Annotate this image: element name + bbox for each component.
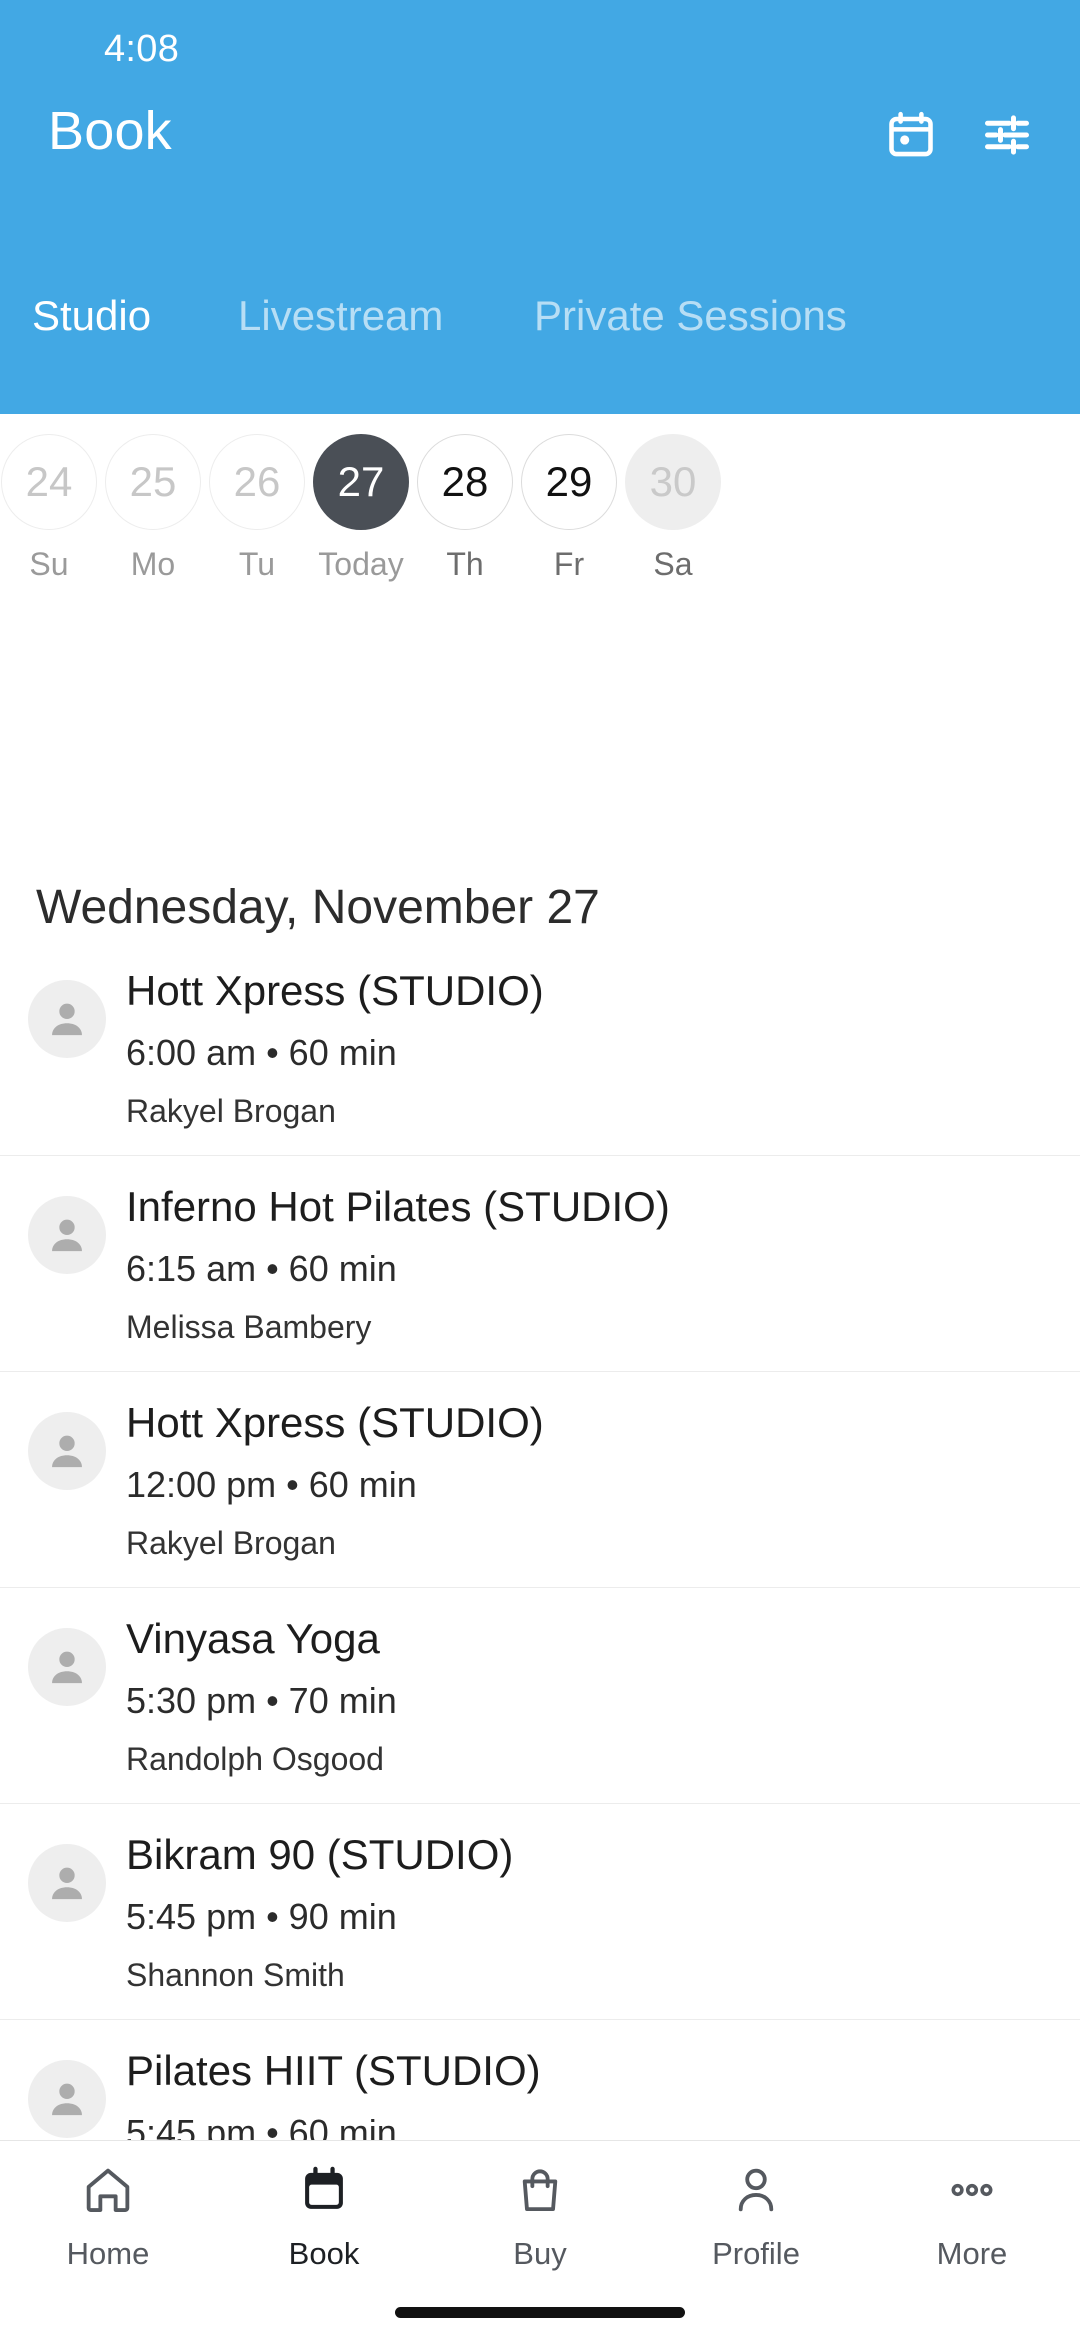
date-weekday-label: Fr [553, 546, 585, 582]
home-indicator [395, 2307, 685, 2318]
instructor-avatar [28, 2060, 106, 2138]
class-list-item[interactable]: Inferno Hot Pilates (STUDIO) 6:15 am • 60… [0, 1156, 1080, 1372]
app-root: 4:08 Book Studio Livestream Private Sess… [0, 0, 1080, 2340]
nav-item-book[interactable]: Book [216, 2163, 432, 2272]
date-weekday-label: Su [29, 546, 69, 582]
class-time-duration: 5:45 pm • 90 min [126, 1896, 397, 1937]
instructor-avatar [28, 1196, 106, 1274]
nav-item-label: Buy [513, 2236, 567, 2271]
tab-livestream[interactable]: Livestream [238, 290, 443, 342]
page-title: Book [48, 101, 172, 161]
class-info: Hott Xpress (STUDIO) 6:00 am • 60 min Raky… [126, 962, 1056, 1134]
class-title: Pilates HIIT (STUDIO) [126, 2047, 541, 2094]
nav-item-label: Home [66, 2236, 150, 2271]
class-title: Hott Xpress (STUDIO) [126, 1399, 544, 1446]
class-list-item[interactable]: Hott Xpress (STUDIO) 12:00 pm • 60 min Rak… [0, 1372, 1080, 1588]
class-title: Vinyasa Yoga [126, 1615, 380, 1662]
date-cell-30[interactable]: 30 Sa [597, 434, 749, 583]
instructor-avatar [28, 1628, 106, 1706]
nav-item-label: Profile [712, 2236, 800, 2271]
date-weekday-label: Mo [130, 546, 176, 582]
app-bar: Book [0, 92, 1080, 202]
class-time-duration: 5:30 pm • 70 min [126, 1680, 397, 1721]
status-bar-time: 4:08 [104, 28, 180, 70]
class-instructor: Rakyel Brogan [126, 1093, 336, 1129]
class-info: Vinyasa Yoga 5:30 pm • 70 min Randolph Osg… [126, 1610, 1056, 1782]
section-tabs: Studio Livestream Private Sessions [0, 290, 1080, 380]
nav-item-buy[interactable]: Buy [432, 2163, 648, 2272]
home-icon [81, 2163, 135, 2222]
nav-item-more[interactable]: More [864, 2163, 1080, 2272]
tab-private-sessions[interactable]: Private Sessions [534, 290, 847, 342]
selected-date-heading: Wednesday, November 27 [36, 881, 600, 934]
nav-item-home[interactable]: Home [0, 2163, 216, 2272]
nav-item-label: More [936, 2236, 1008, 2271]
date-weekday-label: Tu [238, 546, 276, 582]
class-instructor: Rakyel Brogan [126, 1525, 336, 1561]
class-list-item[interactable]: Vinyasa Yoga 5:30 pm • 70 min Randolph Osg… [0, 1588, 1080, 1804]
instructor-avatar [28, 1412, 106, 1490]
date-number: 30 [625, 434, 721, 530]
class-list-item[interactable]: Hott Xpress (STUDIO) 6:00 am • 60 min Raky… [0, 940, 1080, 1156]
app-header: 4:08 Book Studio Livestream Private Sess… [0, 0, 1080, 414]
class-instructor: Melissa Bambery [126, 1309, 372, 1345]
class-list: Hott Xpress (STUDIO) 6:00 am • 60 min Raky… [0, 940, 1080, 2340]
class-instructor: Randolph Osgood [126, 1741, 384, 1777]
instructor-avatar [28, 980, 106, 1058]
class-title: Bikram 90 (STUDIO) [126, 1831, 514, 1878]
bag-icon [513, 2163, 567, 2222]
class-info: Hott Xpress (STUDIO) 12:00 pm • 60 min Rak… [126, 1394, 1056, 1566]
nav-item-label: Book [288, 2236, 360, 2271]
person-icon [729, 2163, 783, 2222]
nav-item-profile[interactable]: Profile [648, 2163, 864, 2272]
class-time-duration: 6:00 am • 60 min [126, 1032, 397, 1073]
status-bar: 4:08 [0, 0, 1080, 88]
app-bar-actions [882, 106, 1036, 164]
class-title: Inferno Hot Pilates (STUDIO) [126, 1183, 670, 1230]
calendar-icon[interactable] [882, 106, 940, 164]
ellipsis-icon [945, 2163, 999, 2222]
class-info: Inferno Hot Pilates (STUDIO) 6:15 am • 60… [126, 1178, 1056, 1350]
filter-icon[interactable] [978, 106, 1036, 164]
class-time-duration: 6:15 am • 60 min [126, 1248, 397, 1289]
date-weekday-label: Sa [653, 546, 693, 582]
class-title: Hott Xpress (STUDIO) [126, 967, 544, 1014]
class-info: Bikram 90 (STUDIO) 5:45 pm • 90 min Shanno… [126, 1826, 1056, 1998]
date-strip: 24 Su 25 Mo 26 Tu 27 Today 28 Th 29 Fr 30 Sa [0, 414, 1080, 582]
tab-studio[interactable]: Studio [32, 290, 151, 342]
class-instructor: Shannon Smith [126, 1957, 345, 1993]
instructor-avatar [28, 1844, 106, 1922]
calendar-icon [297, 2163, 351, 2222]
class-time-duration: 12:00 pm • 60 min [126, 1464, 417, 1505]
date-weekday-label: Th [446, 546, 484, 582]
class-list-item[interactable]: Bikram 90 (STUDIO) 5:45 pm • 90 min Shanno… [0, 1804, 1080, 2020]
